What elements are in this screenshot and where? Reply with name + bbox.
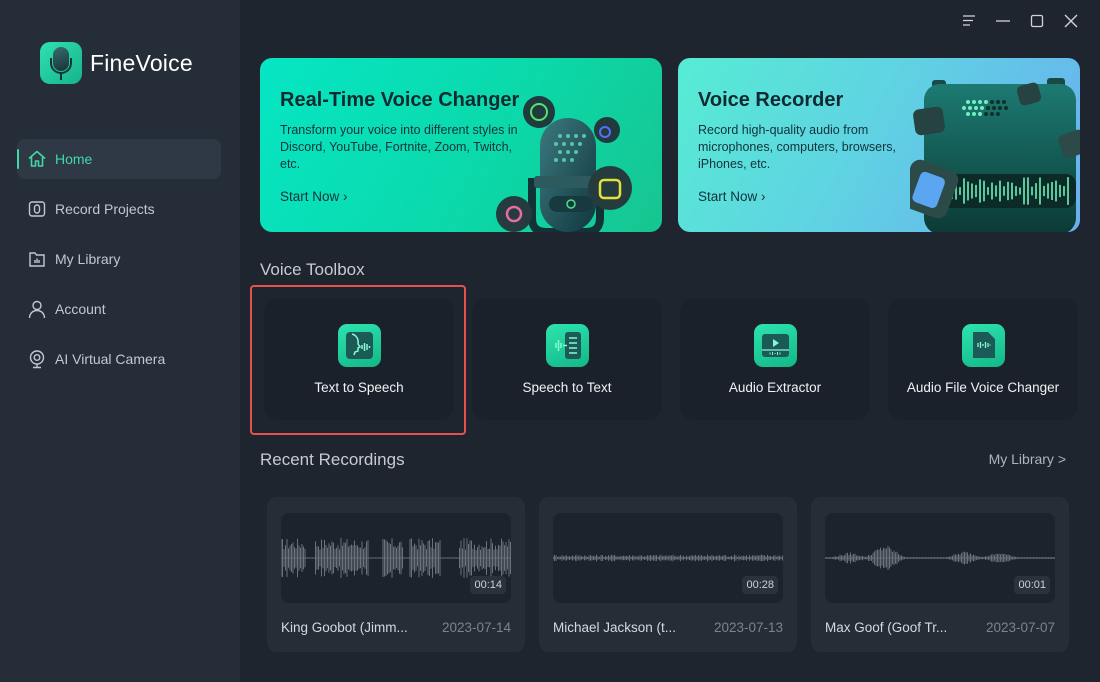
tool-label: Text to Speech [314, 380, 404, 395]
duration-badge: 00:28 [742, 576, 778, 594]
sidebar-item-home[interactable]: Home [17, 139, 221, 179]
start-now-button[interactable]: Start Now › [698, 189, 766, 204]
voice-toolbox-title: Voice Toolbox [260, 260, 365, 279]
recording-card[interactable]: 00:28 Michael Jackson (t... 2023-07-13 [539, 497, 797, 652]
tool-audio-extractor[interactable]: Audio Extractor [680, 298, 870, 420]
maximize-icon [1030, 14, 1044, 28]
recording-name: Max Goof (Goof Tr... [825, 620, 948, 635]
home-icon [27, 149, 47, 169]
recording-name: Michael Jackson (t... [553, 620, 677, 635]
minimize-button[interactable] [986, 10, 1020, 32]
audio-file-icon [962, 324, 1005, 367]
recording-name: King Goobot (Jimm... [281, 620, 408, 635]
recording-card[interactable]: 00:14 King Goobot (Jimm... 2023-07-14 [267, 497, 525, 652]
start-now-label: Start Now [280, 189, 340, 204]
sidebar-item-record-projects[interactable]: Record Projects [17, 189, 221, 229]
webcam-icon [27, 349, 47, 369]
app-logo: FineVoice [40, 42, 193, 84]
tool-text-to-speech[interactable]: Text to Speech [264, 298, 454, 420]
banner-description: Record high-quality audio from microphon… [698, 123, 896, 171]
chevron-right-icon: › [343, 189, 348, 204]
record-projects-icon [27, 199, 47, 219]
waveform-preview: 00:28 [553, 513, 783, 603]
tool-label: Audio File Voice Changer [906, 380, 1060, 395]
recording-date: 2023-07-13 [713, 620, 783, 635]
sidebar: FineVoice Home Record Projects My Librar… [0, 0, 240, 682]
sidebar-item-label: Account [55, 301, 106, 317]
sidebar-item-label: My Library [55, 251, 121, 267]
chevron-right-icon: › [761, 189, 766, 204]
sidebar-item-ai-virtual-camera[interactable]: AI Virtual Camera [17, 339, 221, 379]
waveform-preview: 00:01 [825, 513, 1055, 603]
banner-title: Real-Time Voice Changer [280, 89, 520, 111]
text-to-speech-icon [338, 324, 381, 367]
recording-card[interactable]: 00:01 Max Goof (Goof Tr... 2023-07-07 [811, 497, 1069, 652]
minimize-icon [996, 20, 1010, 22]
start-now-label: Start Now [698, 189, 758, 204]
sidebar-item-my-library[interactable]: My Library [17, 239, 221, 279]
recorder-illustration-icon [910, 78, 1080, 232]
tool-speech-to-text[interactable]: Speech to Text [472, 298, 662, 420]
audio-extractor-icon [754, 324, 797, 367]
sidebar-item-label: Record Projects [55, 201, 155, 217]
tool-label: Speech to Text [522, 380, 612, 395]
menu-button[interactable] [952, 10, 986, 32]
start-now-button[interactable]: Start Now › [280, 189, 348, 204]
voice-recorder-banner[interactable]: Voice Recorder Record high-quality audio… [678, 58, 1080, 232]
microphone-logo-icon [40, 42, 82, 84]
recent-recordings-title: Recent Recordings [260, 450, 405, 469]
duration-badge: 00:14 [470, 576, 506, 594]
user-icon [27, 299, 47, 319]
window-controls [952, 10, 1088, 32]
app-name: FineVoice [90, 49, 193, 76]
duration-badge: 00:01 [1014, 576, 1050, 594]
recording-date: 2023-07-14 [441, 620, 511, 635]
close-button[interactable] [1054, 10, 1088, 32]
realtime-voice-changer-banner[interactable]: Real-Time Voice Changer Transform your v… [260, 58, 662, 232]
sidebar-item-label: AI Virtual Camera [55, 351, 166, 367]
sidebar-item-label: Home [55, 151, 93, 167]
microphone-illustration-icon [496, 96, 632, 232]
recording-date: 2023-07-07 [985, 620, 1055, 635]
my-library-link[interactable]: My Library > [989, 451, 1066, 467]
tool-label: Audio Extractor [728, 380, 822, 395]
maximize-button[interactable] [1020, 10, 1054, 32]
banner-title: Voice Recorder [698, 89, 844, 111]
tool-audio-file-voice-changer[interactable]: Audio File Voice Changer [888, 298, 1078, 420]
sidebar-item-account[interactable]: Account [17, 289, 221, 329]
sidebar-nav: Home Record Projects My Library Account … [17, 139, 221, 389]
speech-to-text-icon [546, 324, 589, 367]
banner-description: Transform your voice into different styl… [280, 123, 518, 171]
menu-icon [963, 15, 975, 26]
waveform-preview: 00:14 [281, 513, 511, 603]
close-icon [1064, 14, 1078, 28]
library-folder-icon [27, 249, 47, 269]
